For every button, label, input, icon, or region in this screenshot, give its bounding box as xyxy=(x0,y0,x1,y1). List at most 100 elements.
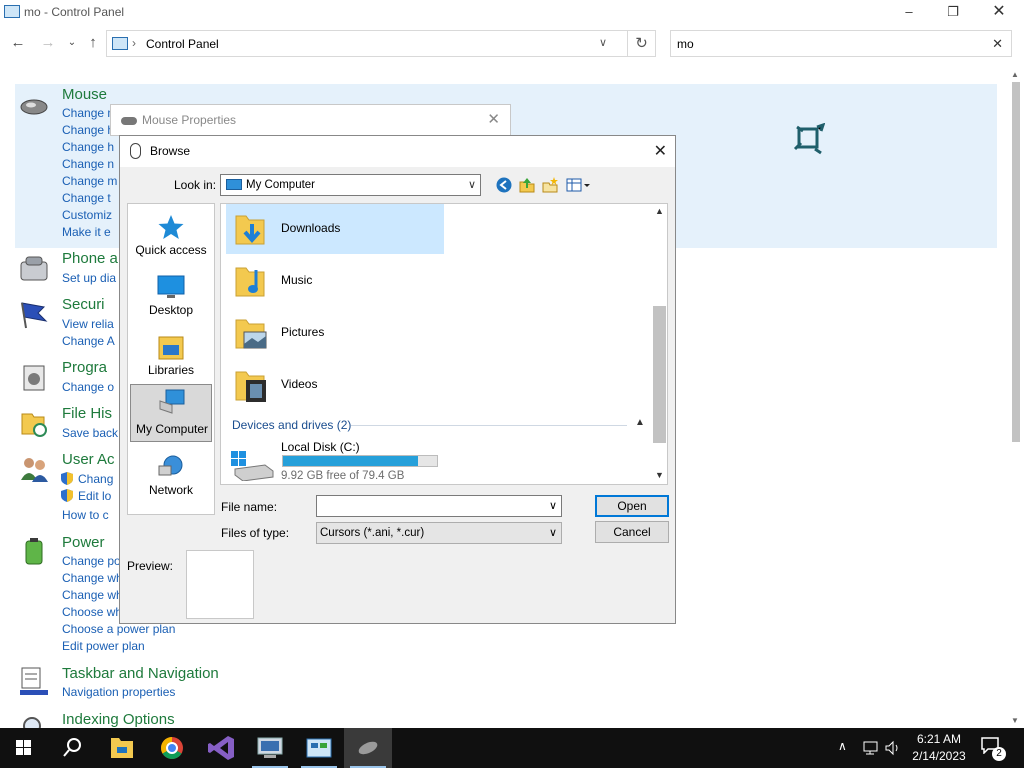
power-options-link[interactable]: Edit power plan xyxy=(62,639,145,653)
look-in-dropdown[interactable]: My Computer ∨ xyxy=(220,174,481,196)
programs-title[interactable]: Progra xyxy=(62,359,107,376)
close-button[interactable]: ✕ xyxy=(976,0,1022,24)
mouse-link[interactable]: Change n xyxy=(62,157,114,171)
mouse-link[interactable]: Customiz xyxy=(62,208,112,222)
mouse-link[interactable]: Change h xyxy=(62,123,114,137)
chevron-down-icon[interactable]: ∨ xyxy=(549,499,557,512)
file-name-input[interactable]: ∨ xyxy=(316,495,562,517)
user-accounts-link[interactable]: How to c xyxy=(62,508,109,522)
user-accounts-link[interactable]: Edit lo xyxy=(78,489,111,503)
view-menu-icon[interactable] xyxy=(566,176,592,194)
programs-link[interactable]: Change o xyxy=(62,380,114,394)
power-options-title[interactable]: Power xyxy=(62,534,105,551)
taskbar-visual-studio[interactable] xyxy=(198,728,246,768)
scrollbar-thumb[interactable] xyxy=(1012,82,1020,442)
mouse-link[interactable]: Make it e xyxy=(62,225,111,239)
file-explorer-icon xyxy=(111,738,133,758)
power-options-link[interactable]: Choose a power plan xyxy=(62,622,175,636)
phone-title[interactable]: Phone a xyxy=(62,250,118,267)
file-list-scrollbar[interactable]: ▲ ▼ xyxy=(651,204,667,484)
scrollbar-thumb[interactable] xyxy=(653,306,666,443)
taskbar-chrome[interactable] xyxy=(148,728,196,768)
clear-search-icon[interactable]: ✕ xyxy=(992,36,1003,52)
scroll-up-icon[interactable]: ▲ xyxy=(1011,70,1019,79)
user-accounts-title[interactable]: User Ac xyxy=(62,451,115,468)
file-list[interactable]: Downloads Music Pictures Videos Devices … xyxy=(220,203,668,485)
taskbar-control-panel[interactable] xyxy=(295,728,343,768)
user-accounts-link[interactable]: Chang xyxy=(78,472,113,486)
file-history-link[interactable]: Save back xyxy=(62,426,118,440)
chevron-down-icon[interactable]: ∨ xyxy=(599,36,607,49)
indexing-options-title[interactable]: Indexing Options xyxy=(62,711,175,728)
folder-videos[interactable]: Videos xyxy=(226,360,444,410)
place-libraries[interactable]: Libraries xyxy=(130,328,212,386)
dialog-close-button[interactable]: ✕ xyxy=(654,141,667,161)
mouse-link[interactable]: Change m xyxy=(62,174,117,188)
power-options-link[interactable]: Change wh xyxy=(62,571,123,585)
security-title[interactable]: Securi xyxy=(62,296,105,313)
star-icon xyxy=(158,215,184,239)
control-panel-icon xyxy=(4,5,20,18)
action-center-button[interactable]: 2 xyxy=(980,736,1006,761)
place-quick-access[interactable]: Quick access xyxy=(130,208,212,266)
back-button[interactable]: ← xyxy=(8,33,28,53)
system-clock[interactable]: 6:21 AM 2/14/2023 xyxy=(902,731,976,765)
security-link[interactable]: Change A xyxy=(62,334,115,348)
drive-usage-bar xyxy=(282,455,438,467)
folder-music[interactable]: Music xyxy=(226,256,444,306)
security-link[interactable]: View relia xyxy=(62,317,114,331)
taskbar-navigation-icon xyxy=(20,667,48,695)
taskbar-remote-desktop[interactable] xyxy=(246,728,294,768)
mouse-link[interactable]: Change h xyxy=(62,140,114,154)
phone-link[interactable]: Set up dia xyxy=(62,271,116,285)
mouse-link[interactable]: Change t xyxy=(62,191,111,205)
power-options-link[interactable]: Choose wh xyxy=(62,605,122,619)
recent-locations-button[interactable]: ⌄ xyxy=(62,33,82,53)
mouse-title[interactable]: Mouse xyxy=(62,86,107,103)
mouse-properties-window: Mouse Properties ✕ xyxy=(110,104,511,136)
breadcrumb[interactable]: Control Panel xyxy=(146,37,219,51)
folder-pictures[interactable]: Pictures xyxy=(226,308,444,358)
volume-icon[interactable] xyxy=(884,740,902,756)
address-bar[interactable]: › Control Panel ∨ xyxy=(106,30,628,57)
maximize-button[interactable]: ❐ xyxy=(930,0,976,24)
taskbar-navigation-link[interactable]: Navigation properties xyxy=(62,685,175,699)
scroll-up-icon[interactable]: ▲ xyxy=(655,206,664,216)
forward-button[interactable]: → xyxy=(38,33,58,53)
search-input[interactable]: mo ✕ xyxy=(670,30,1012,57)
scroll-down-icon[interactable]: ▼ xyxy=(655,470,664,480)
file-history-title[interactable]: File His xyxy=(62,405,112,422)
back-icon[interactable] xyxy=(495,176,513,194)
power-options-link[interactable]: Change po xyxy=(62,554,121,568)
downloads-folder-icon xyxy=(235,215,265,245)
up-one-level-icon[interactable] xyxy=(518,176,536,194)
start-button[interactable] xyxy=(0,728,48,768)
place-network[interactable]: Network xyxy=(130,448,212,506)
files-of-type-dropdown[interactable]: Cursors (*.ani, *.cur) ∨ xyxy=(316,522,562,544)
taskbar-search-button[interactable] xyxy=(48,728,96,768)
up-button[interactable]: ↑ xyxy=(83,33,103,53)
cancel-button[interactable]: Cancel xyxy=(595,521,669,543)
open-button[interactable]: Open xyxy=(595,495,669,517)
close-icon[interactable]: ✕ xyxy=(487,110,500,128)
drive-name[interactable]: Local Disk (C:) xyxy=(281,440,360,454)
network-icon[interactable] xyxy=(862,740,880,756)
group-header[interactable]: Devices and drives (2) xyxy=(232,418,351,432)
vertical-scrollbar[interactable]: ▲ ▼ xyxy=(1008,68,1024,728)
collapse-caret-icon[interactable]: ▲ xyxy=(635,417,645,428)
show-hidden-icons-chevron-icon[interactable]: ∧ xyxy=(838,739,847,753)
refresh-button[interactable]: ↻ xyxy=(627,30,656,57)
files-of-type-label: Files of type: xyxy=(221,526,290,540)
navigation-bar: ← → ⌄ ↑ › Control Panel ∨ ↻ mo ✕ xyxy=(0,28,1024,60)
taskbar-file-explorer[interactable] xyxy=(98,728,146,768)
drive-free-space: 9.92 GB free of 79.4 GB xyxy=(281,470,405,482)
taskbar-mouse-properties[interactable] xyxy=(344,728,392,768)
place-my-computer[interactable]: My Computer xyxy=(130,384,212,442)
place-desktop[interactable]: Desktop xyxy=(130,268,212,326)
minimize-button[interactable]: – xyxy=(886,0,932,24)
new-folder-icon[interactable] xyxy=(541,176,559,194)
scroll-down-icon[interactable]: ▼ xyxy=(1011,716,1019,725)
folder-downloads[interactable]: Downloads xyxy=(226,204,444,254)
power-options-link[interactable]: Change wh xyxy=(62,588,123,602)
taskbar-navigation-title[interactable]: Taskbar and Navigation xyxy=(62,665,219,682)
